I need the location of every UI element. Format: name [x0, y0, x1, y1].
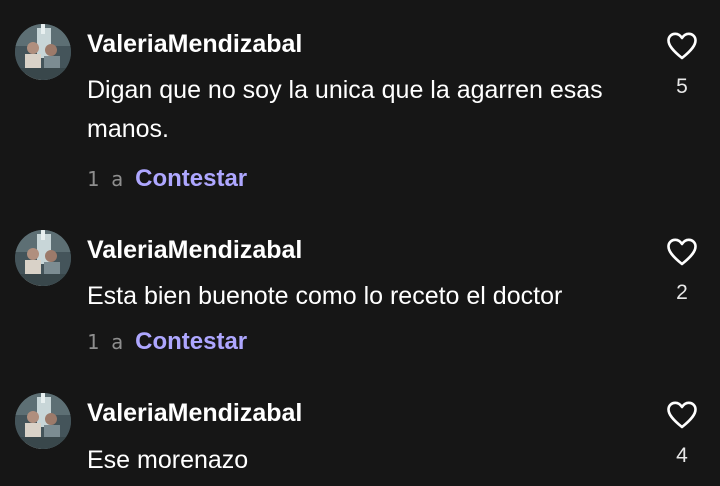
avatar-photo: [15, 393, 71, 449]
comment-text: Esta bien buenote como lo receto el doct…: [87, 282, 563, 310]
comment-username[interactable]: ValeriaMendizabal: [87, 399, 302, 428]
avatar-photo: [15, 24, 71, 80]
comment-meta: 1 a Contestar: [87, 165, 247, 193]
comment-username[interactable]: ValeriaMendizabal: [87, 30, 302, 59]
heart-outline-icon[interactable]: [666, 31, 698, 61]
avatar[interactable]: [15, 393, 71, 449]
avatar-photo: [15, 230, 71, 286]
avatar[interactable]: [15, 24, 71, 80]
avatar[interactable]: [15, 230, 71, 286]
comment-username[interactable]: ValeriaMendizabal: [87, 236, 302, 265]
like-button[interactable]: 4: [662, 400, 702, 468]
comment-meta: 1 a Contestar: [87, 328, 247, 356]
like-button[interactable]: 5: [662, 31, 702, 99]
like-count: 5: [676, 75, 688, 98]
reply-button[interactable]: Contestar: [135, 328, 247, 355]
like-count: 4: [676, 444, 688, 467]
comment-text: Digan que no soy la unica que la agarren…: [87, 76, 603, 143]
comment-timestamp: 1 a: [87, 167, 124, 191]
heart-outline-icon[interactable]: [666, 237, 698, 267]
like-count: 2: [676, 281, 688, 304]
heart-outline-icon[interactable]: [666, 400, 698, 430]
reply-button[interactable]: Contestar: [135, 165, 247, 192]
comment-text: Ese morenazo: [87, 446, 249, 474]
comment-timestamp: 1 a: [87, 330, 124, 354]
like-button[interactable]: 2: [662, 237, 702, 305]
